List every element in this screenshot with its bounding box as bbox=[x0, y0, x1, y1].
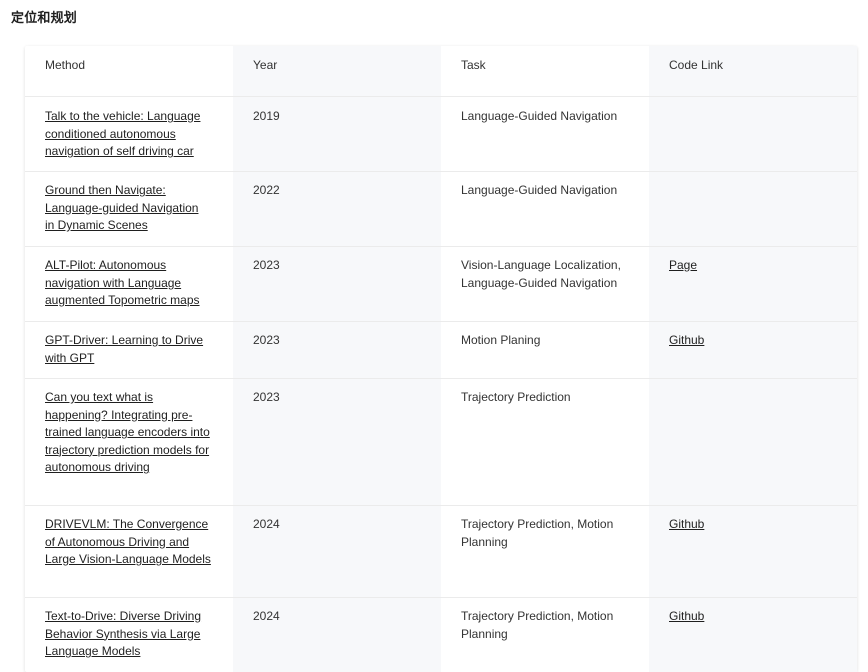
paper-title-link[interactable]: Text-to-Drive: Diverse Driving Behavior … bbox=[45, 609, 201, 658]
task-cell: Language-Guided Navigation bbox=[441, 96, 649, 172]
paper-title-link[interactable]: Talk to the vehicle: Language conditione… bbox=[45, 109, 200, 158]
method-cell: Ground then Navigate: Language-guided Na… bbox=[25, 171, 233, 247]
code-link[interactable]: Page bbox=[669, 258, 697, 272]
task-cell: Trajectory Prediction bbox=[441, 378, 649, 506]
code-link-cell: Github bbox=[649, 597, 857, 672]
code-link[interactable]: Github bbox=[669, 517, 704, 531]
method-cell: Talk to the vehicle: Language conditione… bbox=[25, 96, 233, 172]
table-row: Can you text what is happening? Integrat… bbox=[25, 378, 857, 506]
year-cell: 2024 bbox=[233, 597, 441, 672]
year-cell: 2023 bbox=[233, 246, 441, 322]
section-title: 定位和规划 bbox=[11, 10, 78, 25]
header-row: Method Year Task Code Link bbox=[25, 46, 857, 97]
code-link-cell bbox=[649, 171, 857, 247]
table-row: DRIVEVLM: The Convergence of Autonomous … bbox=[25, 505, 857, 598]
table-body: Talk to the vehicle: Language conditione… bbox=[25, 96, 857, 672]
code-link-cell bbox=[649, 96, 857, 172]
task-cell: Motion Planing bbox=[441, 321, 649, 379]
paper-title-link[interactable]: ALT-Pilot: Autonomous navigation with La… bbox=[45, 258, 200, 307]
papers-table-card: Method Year Task Code Link Talk to the v… bbox=[25, 46, 857, 672]
table-row: Text-to-Drive: Diverse Driving Behavior … bbox=[25, 597, 857, 672]
code-link-cell: Github bbox=[649, 321, 857, 379]
method-cell: Can you text what is happening? Integrat… bbox=[25, 378, 233, 506]
code-link-cell: Github bbox=[649, 505, 857, 598]
method-cell: DRIVEVLM: The Convergence of Autonomous … bbox=[25, 505, 233, 598]
task-cell: Trajectory Prediction, Motion Planning bbox=[461, 609, 614, 641]
header-method: Method bbox=[25, 46, 233, 97]
paper-title-link[interactable]: Ground then Navigate: Language-guided Na… bbox=[45, 183, 198, 232]
header-year: Year bbox=[233, 46, 441, 97]
task-cell: Vision-Language Localization, Language-G… bbox=[441, 246, 649, 322]
task-cell: Trajectory Prediction, Motion Planning bbox=[441, 505, 649, 598]
paper-title-link[interactable]: Can you text what is happening? Integrat… bbox=[45, 390, 210, 474]
year-cell: 2022 bbox=[233, 171, 441, 247]
code-link-cell: Page bbox=[649, 246, 857, 322]
code-link[interactable]: Github bbox=[669, 609, 704, 623]
method-cell: GPT-Driver: Learning to Drive with GPT bbox=[25, 321, 233, 379]
table-row: GPT-Driver: Learning to Drive with GPT 20… bbox=[25, 321, 857, 379]
table-row: Talk to the vehicle: Language conditione… bbox=[25, 96, 857, 172]
code-link[interactable]: Github bbox=[669, 333, 704, 347]
table-header: Method Year Task Code Link bbox=[25, 46, 857, 97]
year-cell: 2023 bbox=[233, 378, 441, 506]
header-code-link: Code Link bbox=[649, 46, 857, 97]
paper-title-link[interactable]: GPT-Driver: Learning to Drive with GPT bbox=[45, 333, 203, 365]
header-task: Task bbox=[441, 46, 649, 97]
year-cell: 2019 bbox=[233, 96, 441, 172]
task-cell: Language-Guided Navigation bbox=[441, 171, 649, 247]
method-cell: Text-to-Drive: Diverse Driving Behavior … bbox=[25, 598, 233, 672]
code-link-cell bbox=[649, 378, 857, 506]
table-row: Ground then Navigate: Language-guided Na… bbox=[25, 171, 857, 247]
papers-table: Method Year Task Code Link Talk to the v… bbox=[25, 46, 857, 672]
year-cell: 2024 bbox=[233, 505, 441, 598]
table-row: ALT-Pilot: Autonomous navigation with La… bbox=[25, 246, 857, 322]
method-cell: ALT-Pilot: Autonomous navigation with La… bbox=[25, 246, 233, 322]
paper-title-link[interactable]: DRIVEVLM: The Convergence of Autonomous … bbox=[45, 517, 211, 566]
year-cell: 2023 bbox=[233, 321, 441, 379]
